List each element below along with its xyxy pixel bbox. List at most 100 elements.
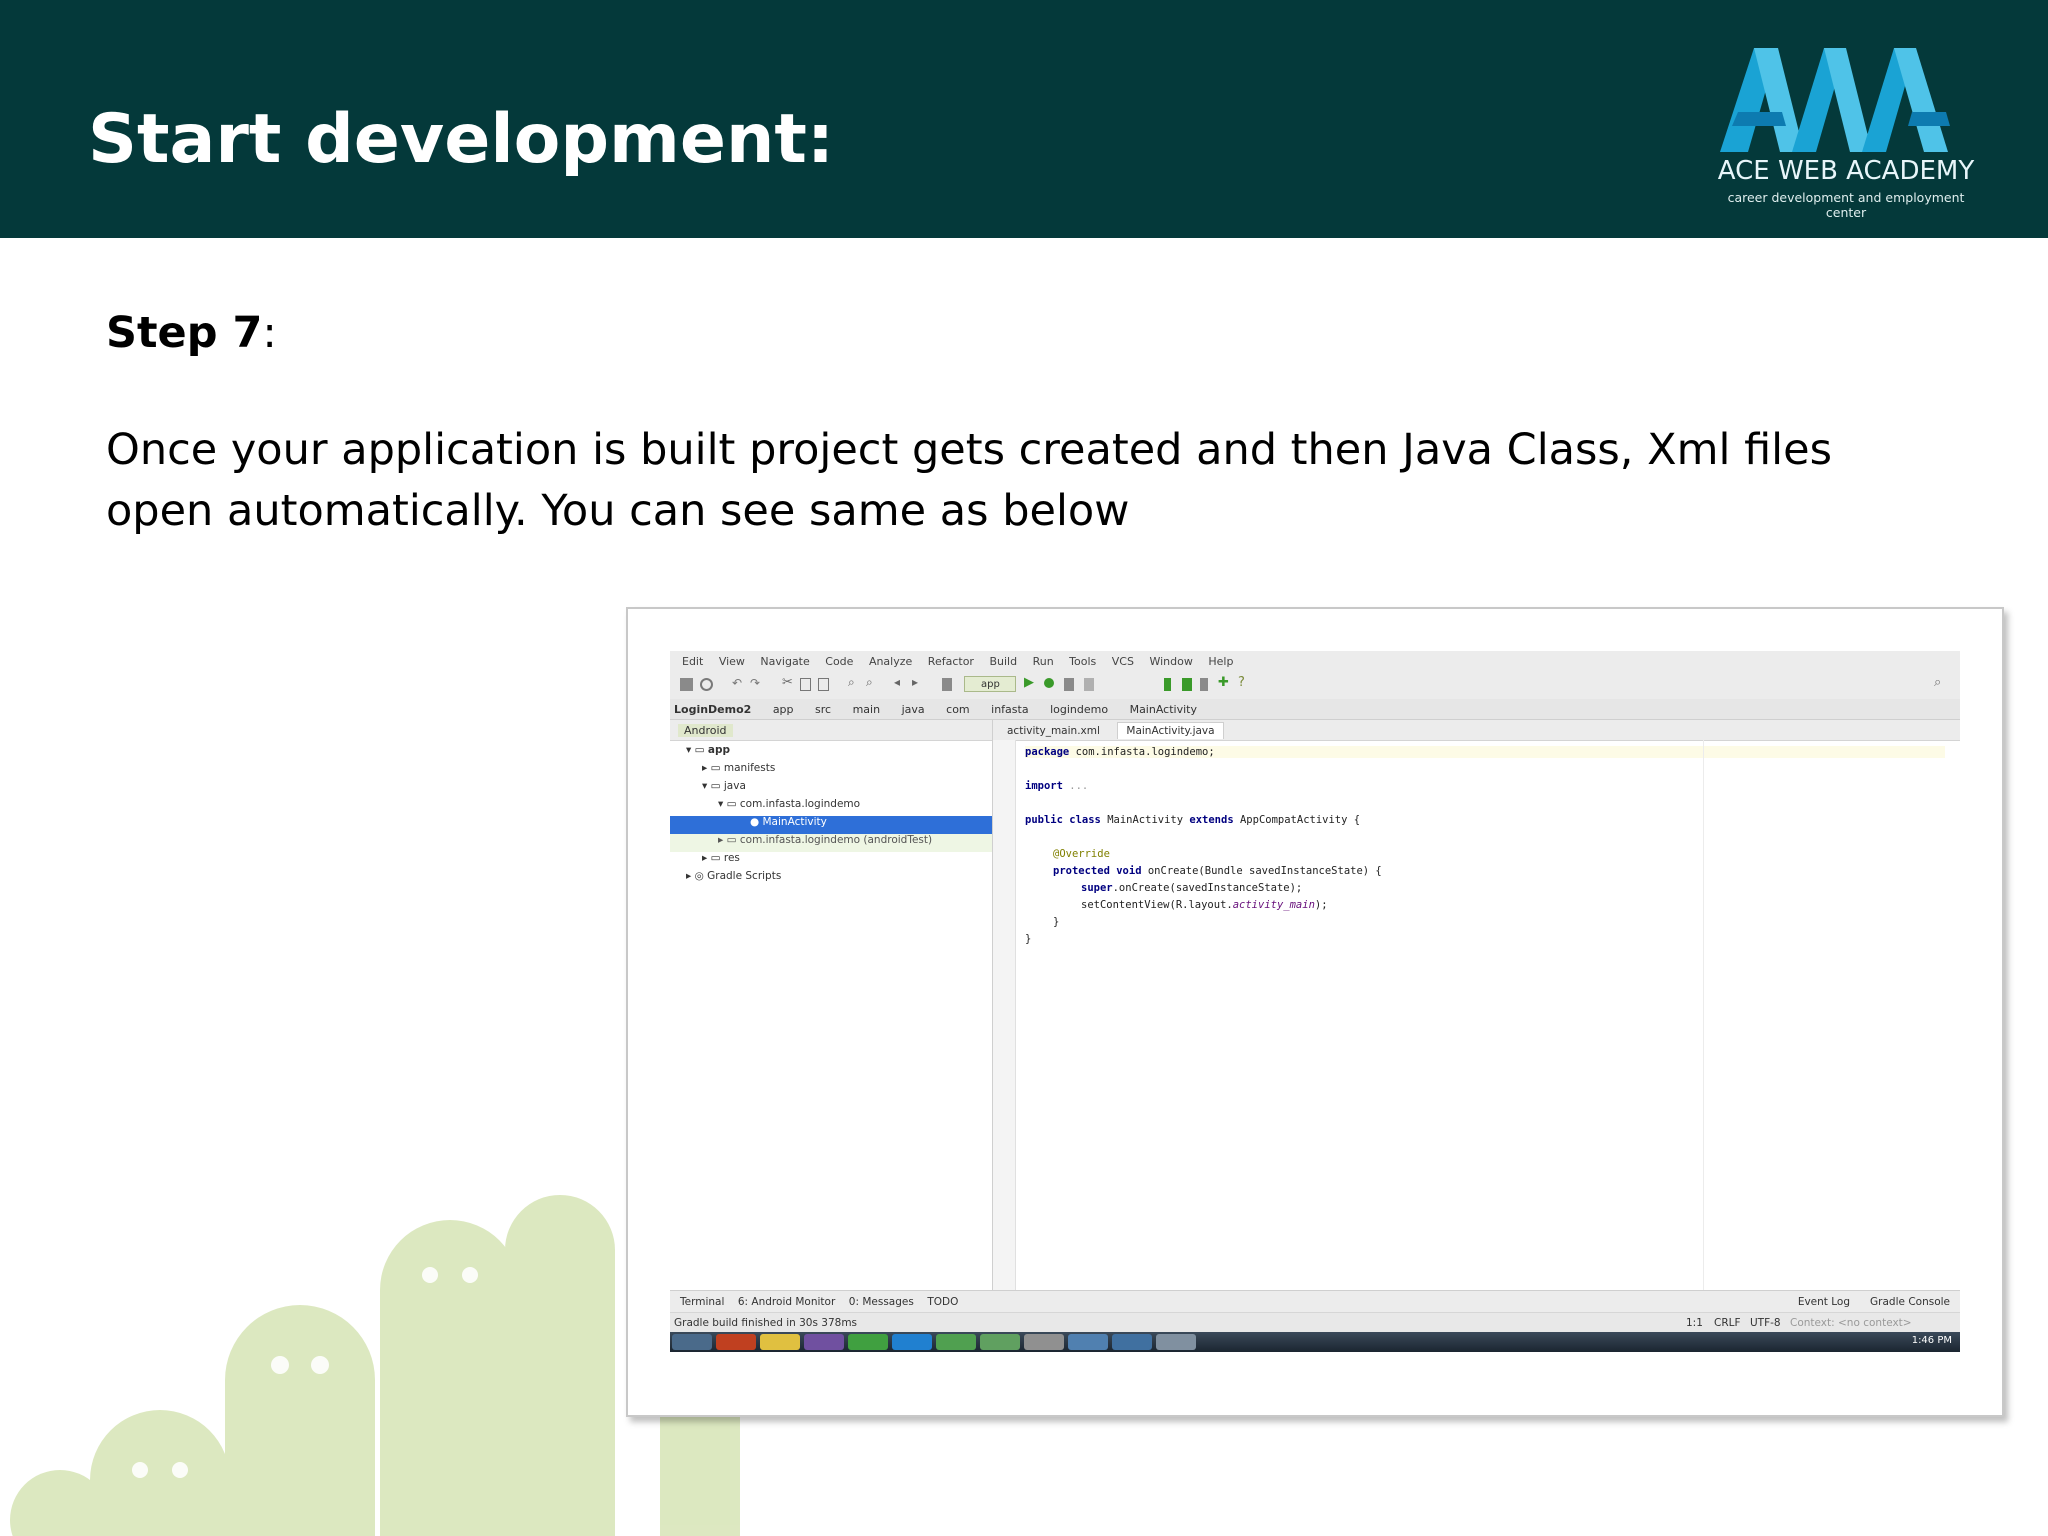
project-panel-header: Android	[670, 720, 992, 741]
slide-header: Start development: ACE WEB ACADEMY caree…	[0, 0, 2048, 238]
project-view-selector[interactable]: Android	[678, 724, 733, 737]
sdk-manager-icon[interactable]	[1182, 678, 1192, 691]
breadcrumb-infasta[interactable]: infasta	[991, 703, 1028, 716]
run-icon[interactable]: ▶	[1024, 675, 1037, 690]
breadcrumb-src[interactable]: src	[815, 703, 831, 716]
slide-title: Start development:	[88, 100, 835, 179]
package-icon: ▸ ▭	[718, 834, 740, 846]
menu-view[interactable]: View	[719, 655, 745, 668]
taskbar-app-icon[interactable]	[760, 1334, 800, 1350]
menu-refactor[interactable]: Refactor	[928, 655, 974, 668]
menu-run[interactable]: Run	[1033, 655, 1054, 668]
breadcrumb-java[interactable]: java	[902, 703, 925, 716]
tree-item-android-test[interactable]: ▸ ▭ com.infasta.logindemo (androidTest)	[670, 834, 992, 852]
tool-terminal[interactable]: Terminal	[680, 1296, 724, 1308]
menu-code[interactable]: Code	[825, 655, 853, 668]
breadcrumb-project[interactable]: LoginDemo2	[674, 703, 751, 716]
menu-window[interactable]: Window	[1149, 655, 1192, 668]
taskbar-app-icon[interactable]	[980, 1334, 1020, 1350]
breadcrumb-com[interactable]: com	[946, 703, 970, 716]
taskbar-app-icon[interactable]	[848, 1334, 888, 1350]
help-icon[interactable]: ?	[1238, 675, 1251, 690]
start-button[interactable]	[672, 1334, 712, 1350]
sync-icon[interactable]	[700, 678, 713, 691]
tree-item-app[interactable]: ▾ ▭ app	[670, 744, 730, 762]
taskbar-app-icon[interactable]	[936, 1334, 976, 1350]
taskbar-app-icon[interactable]	[892, 1334, 932, 1350]
step-label: Step 7	[106, 308, 263, 358]
menu-analyze[interactable]: Analyze	[869, 655, 912, 668]
code-line-package: package com.infasta.logindemo;	[1025, 746, 1945, 758]
project-panel: Android ▾ ▭ app ▸ ▭ manifests ▾ ▭ java ▾…	[670, 720, 993, 1290]
find-icon[interactable]: ⌕	[848, 675, 861, 689]
breadcrumb-main[interactable]: main	[853, 703, 880, 716]
redo-icon[interactable]: ↷	[750, 676, 763, 690]
tree-item-java[interactable]: ▾ ▭ java	[670, 780, 746, 798]
tree-item-gradle-scripts[interactable]: ▸ ◎ Gradle Scripts	[670, 870, 781, 888]
code-line-close-class: }	[1025, 933, 1032, 945]
save-icon[interactable]	[680, 678, 693, 691]
tool-messages[interactable]: 0: Messages	[849, 1296, 914, 1308]
os-taskbar: 1:46 PM	[670, 1332, 1960, 1352]
tree-item-package[interactable]: ▾ ▭ com.infasta.logindemo	[670, 798, 860, 816]
build-icon[interactable]	[942, 678, 952, 691]
ide-toolbar: ↶ ↷ ✂ ⌕ ⌕ ◂ ▸ app ▶ ✚ ? ⌕	[670, 671, 1960, 700]
replace-icon[interactable]: ⌕	[866, 675, 879, 689]
menu-help[interactable]: Help	[1208, 655, 1233, 668]
menu-vcs[interactable]: VCS	[1112, 655, 1134, 668]
tab-activity-main-xml[interactable]: activity_main.xml	[999, 723, 1108, 739]
tree-item-manifests[interactable]: ▸ ▭ manifests	[670, 762, 775, 780]
status-encoding[interactable]: UTF-8	[1750, 1317, 1781, 1329]
screenshot-margin	[670, 1352, 1960, 1371]
tool-todo[interactable]: TODO	[927, 1296, 958, 1308]
cut-icon[interactable]: ✂	[782, 675, 795, 690]
tab-mainactivity-java[interactable]: MainActivity.java	[1117, 722, 1224, 739]
attach-debugger-icon[interactable]	[1064, 678, 1074, 691]
avd-manager-icon[interactable]	[1164, 678, 1171, 691]
code-line-import: import ...	[1025, 780, 1089, 792]
status-bar: Gradle build finished in 30s 378ms 1:1 C…	[670, 1312, 1960, 1333]
taskbar-app-icon[interactable]	[1112, 1334, 1152, 1350]
android-device-monitor-icon[interactable]	[1200, 678, 1208, 691]
undo-icon[interactable]: ↶	[732, 676, 745, 690]
editor-tabs: activity_main.xml MainActivity.java	[993, 720, 1960, 741]
class-icon: ●	[750, 816, 763, 828]
folder-icon: ▸ ▭	[702, 762, 724, 774]
breadcrumb-app[interactable]: app	[773, 703, 794, 716]
status-position[interactable]: 1:1	[1686, 1317, 1703, 1329]
forward-icon[interactable]: ▸	[912, 675, 925, 689]
status-line-separator[interactable]: CRLF	[1714, 1317, 1741, 1329]
menu-edit[interactable]: Edit	[682, 655, 703, 668]
tool-gradle-console[interactable]: Gradle Console	[1870, 1296, 1950, 1308]
code-line-override: @Override	[1053, 848, 1110, 860]
breadcrumb-mainactivity[interactable]: MainActivity	[1130, 703, 1197, 716]
menu-tools[interactable]: Tools	[1069, 655, 1096, 668]
taskbar-app-icon[interactable]	[1156, 1334, 1196, 1350]
paste-icon[interactable]	[818, 678, 829, 691]
ide-screenshot-frame: Edit View Navigate Code Analyze Refactor…	[626, 607, 2004, 1417]
code-editor[interactable]: activity_main.xml MainActivity.java pack…	[993, 720, 1960, 1290]
search-everywhere-icon[interactable]: ⌕	[1934, 675, 1947, 690]
menu-build[interactable]: Build	[989, 655, 1017, 668]
taskbar-app-icon[interactable]	[716, 1334, 756, 1350]
taskbar-app-icon[interactable]	[1068, 1334, 1108, 1350]
code-line-setcontentview: setContentView(R.layout.activity_main);	[1081, 899, 1328, 911]
tree-item-mainactivity[interactable]: ● MainActivity	[670, 816, 992, 834]
stop-icon[interactable]	[1084, 678, 1094, 691]
tool-event-log[interactable]: Event Log	[1798, 1296, 1850, 1308]
debug-icon[interactable]	[1044, 678, 1054, 688]
status-context[interactable]: Context: <no context>	[1790, 1317, 1912, 1329]
back-icon[interactable]: ◂	[894, 675, 907, 689]
tree-item-res[interactable]: ▸ ▭ res	[670, 852, 740, 870]
gradle-icon: ▸ ◎	[686, 870, 708, 882]
ide-breadcrumb: LoginDemo2 app src main java com infasta…	[670, 699, 1960, 720]
breadcrumb-logindemo[interactable]: logindemo	[1050, 703, 1108, 716]
run-config-selector[interactable]: app	[964, 676, 1016, 692]
android-icon[interactable]: ✚	[1218, 675, 1231, 690]
tool-android-monitor[interactable]: 6: Android Monitor	[738, 1296, 835, 1308]
copy-icon[interactable]	[800, 678, 811, 691]
taskbar-app-icon[interactable]	[804, 1334, 844, 1350]
menu-navigate[interactable]: Navigate	[760, 655, 809, 668]
taskbar-app-icon[interactable]	[1024, 1334, 1064, 1350]
status-message: Gradle build finished in 30s 378ms	[674, 1317, 858, 1329]
